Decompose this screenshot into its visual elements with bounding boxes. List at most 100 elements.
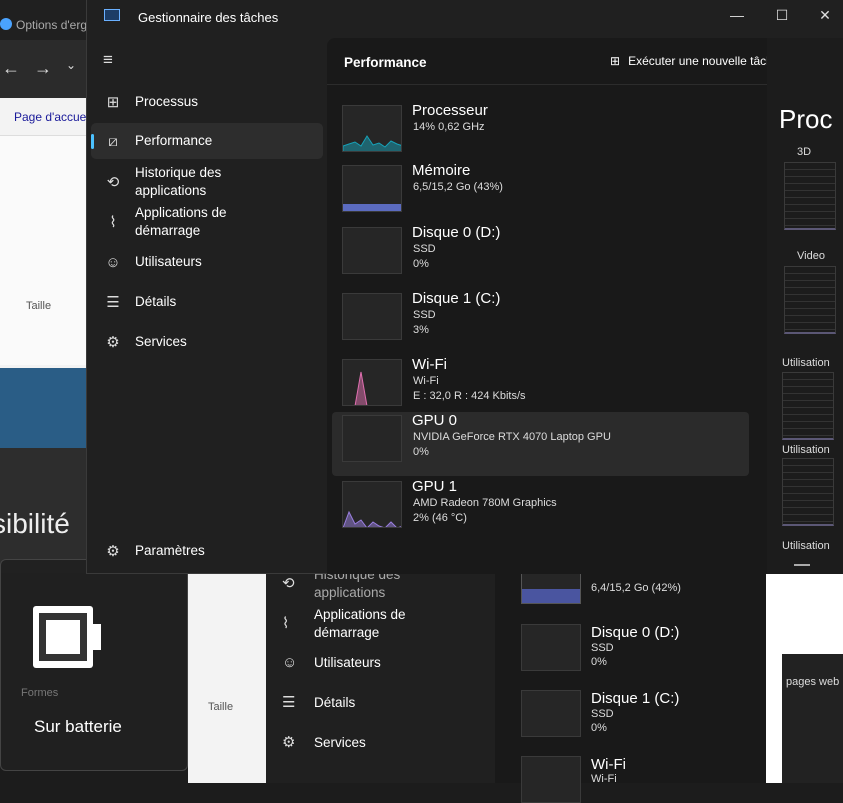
performance-panel: Performance ⊞Exécuter une nouvelle tâche… — [327, 38, 843, 574]
card-name: GPU 1 — [412, 478, 457, 495]
card-name: Processeur — [412, 102, 488, 119]
users-icon: ☺ — [91, 254, 135, 271]
background-nav: ← → ⌄ — [0, 40, 90, 98]
home-link[interactable]: Page d'accueil configuration — [14, 110, 90, 136]
disk0-thumb — [521, 624, 581, 671]
battery-status: Sur batterie — [34, 717, 122, 737]
forward-icon[interactable]: → — [34, 58, 52, 79]
card-name: Disque 1 (C:) — [412, 290, 500, 307]
card-line2: E : 32,0 R : 424 Kbits/s — [413, 390, 526, 402]
history-icon: ⟲ — [282, 575, 314, 593]
card-gpu0[interactable]: GPU 0 NVIDIA GeForce RTX 4070 Laptop GPU 0… — [332, 412, 749, 476]
card-line1: SSD — [413, 243, 436, 255]
gpu1-series — [343, 512, 402, 528]
battery-icon — [33, 606, 93, 668]
run-new-task-button[interactable]: ⊞Exécuter une nouvelle tâche — [610, 54, 780, 68]
gpu0-graph — [342, 415, 402, 462]
wifi-thumb — [521, 756, 581, 803]
card-disk0[interactable]: Disque 0 (D:) SSD 0% — [332, 224, 749, 288]
size-label: Taille — [26, 300, 51, 312]
cpu-series — [343, 136, 402, 152]
card-line1: NVIDIA GeForce RTX 4070 Laptop GPU — [413, 431, 611, 443]
chevron-down-icon[interactable]: ⌄ — [66, 58, 76, 72]
card-name: Mémoire — [412, 162, 470, 179]
sidebar-item-settings[interactable]: ⚙Paramètres — [91, 533, 323, 569]
card-line2: 2% (46 °C) — [413, 512, 467, 524]
sidebar-item-services[interactable]: ⚙Services — [91, 324, 323, 360]
disk1-thumb — [521, 690, 581, 737]
memory-thumb — [521, 572, 581, 604]
page-title: Performance — [344, 55, 427, 70]
usage-graph-1 — [782, 372, 834, 440]
disk1-fill — [343, 339, 401, 340]
battery-flyout: Formes Sur batterie — [0, 559, 188, 771]
sidebar-item-details[interactable]: ☰Détails — [91, 284, 323, 320]
startup-icon: ⌇ — [282, 615, 314, 633]
nav-startup[interactable]: ⌇Applications de démarrage — [282, 606, 424, 642]
right-background-app: pages web — [766, 574, 843, 783]
detail-title: Proc — [779, 104, 832, 135]
usage-graph-2 — [782, 458, 834, 526]
card-line2: 0% — [413, 258, 429, 270]
scrollbar-thumb[interactable] — [794, 564, 810, 566]
banner — [0, 368, 90, 448]
page-heading: sibilité — [0, 508, 70, 540]
card-line1: Wi-Fi — [413, 375, 439, 387]
sidebar-item-startup[interactable]: ⌇Applications de démarrage — [91, 204, 323, 240]
history-icon: ⟲ — [91, 173, 135, 191]
memory-fill — [343, 204, 401, 211]
card-name: GPU 0 — [412, 412, 457, 429]
processes-icon: ⊞ — [91, 93, 135, 111]
startup-icon: ⌇ — [91, 213, 135, 231]
minimize-button[interactable]: — — [717, 0, 757, 34]
task-manager-icon — [104, 9, 120, 21]
second-card-list: 6,4/15,2 Go (42%) Disque 0 (D:) SSD 0% D… — [495, 574, 766, 783]
wifi-series — [343, 372, 402, 406]
card-cpu[interactable]: Processeur14% 0,62 GHz — [332, 102, 749, 166]
card-line1: SSD — [413, 309, 436, 321]
card-line2: 3% — [413, 324, 429, 336]
details-icon: ☰ — [282, 694, 314, 712]
gpu1-graph — [342, 481, 402, 528]
wifi-graph — [342, 359, 402, 406]
card-disk1[interactable]: Disque 1 (C:) SSD 3% — [332, 290, 749, 354]
settings-icon: ⚙ — [91, 542, 135, 560]
second-task-manager: ⟲Historique des applications ⌇Applicatio… — [266, 574, 766, 783]
new-task-icon: ⊞ — [610, 54, 620, 68]
services-icon: ⚙ — [91, 333, 135, 351]
card-line1: AMD Radeon 780M Graphics — [413, 497, 557, 509]
sidebar-item-users[interactable]: ☺Utilisateurs — [91, 244, 323, 280]
card-wifi[interactable]: Wi-FiWi-FiE : 32,0 R : 424 Kbits/s — [332, 356, 749, 420]
card-memory[interactable]: Mémoire 6,5/15,2 Go (43%) — [332, 162, 749, 226]
sidebar-item-performance[interactable]: ⧄Performance — [91, 123, 323, 159]
cpu-graph — [342, 105, 402, 152]
users-icon: ☺ — [282, 654, 314, 672]
details-icon: ☰ — [91, 293, 135, 311]
detail-pane: Proc 3D Video Utilisation Utilisation Ut… — [767, 38, 843, 574]
accessibility-icon — [0, 18, 12, 30]
3d-graph — [784, 162, 836, 230]
video-graph — [784, 266, 836, 334]
card-line2: 0% — [413, 446, 429, 458]
close-button[interactable]: ✕ — [805, 0, 843, 34]
sidebar-item-processes[interactable]: ⊞Processus — [91, 84, 323, 120]
services-icon: ⚙ — [282, 734, 314, 752]
background-app-title: Options d'ergonomie — [0, 0, 90, 40]
card-name: Disque 0 (D:) — [412, 224, 500, 241]
disk1-graph — [342, 293, 402, 340]
back-icon[interactable]: ← — [2, 58, 20, 79]
disk0-graph — [342, 227, 402, 274]
window-title: Gestionnaire des tâches — [138, 10, 278, 25]
nav-services[interactable]: ⚙Services — [282, 734, 366, 752]
maximize-button[interactable]: ☐ — [762, 0, 802, 34]
hamburger-menu-icon[interactable]: ≡ — [103, 50, 113, 70]
nav-details[interactable]: ☰Détails — [282, 694, 355, 712]
card-gpu1[interactable]: GPU 1 AMD Radeon 780M Graphics 2% (46 °C) — [332, 478, 749, 542]
sidebar-item-history[interactable]: ⟲Historique des applications — [91, 164, 323, 200]
card-line1: 6,5/15,2 Go (43%) — [413, 181, 503, 193]
task-manager-window: Gestionnaire des tâches — ☐ ✕ ≡ ⊞Process… — [86, 0, 843, 574]
background-app-window: Options d'ergonomie ← → ⌄ Page d'accueil c… — [0, 0, 90, 573]
nav-users[interactable]: ☺Utilisateurs — [282, 654, 381, 672]
ribbon — [0, 135, 90, 365]
divider — [327, 84, 843, 85]
